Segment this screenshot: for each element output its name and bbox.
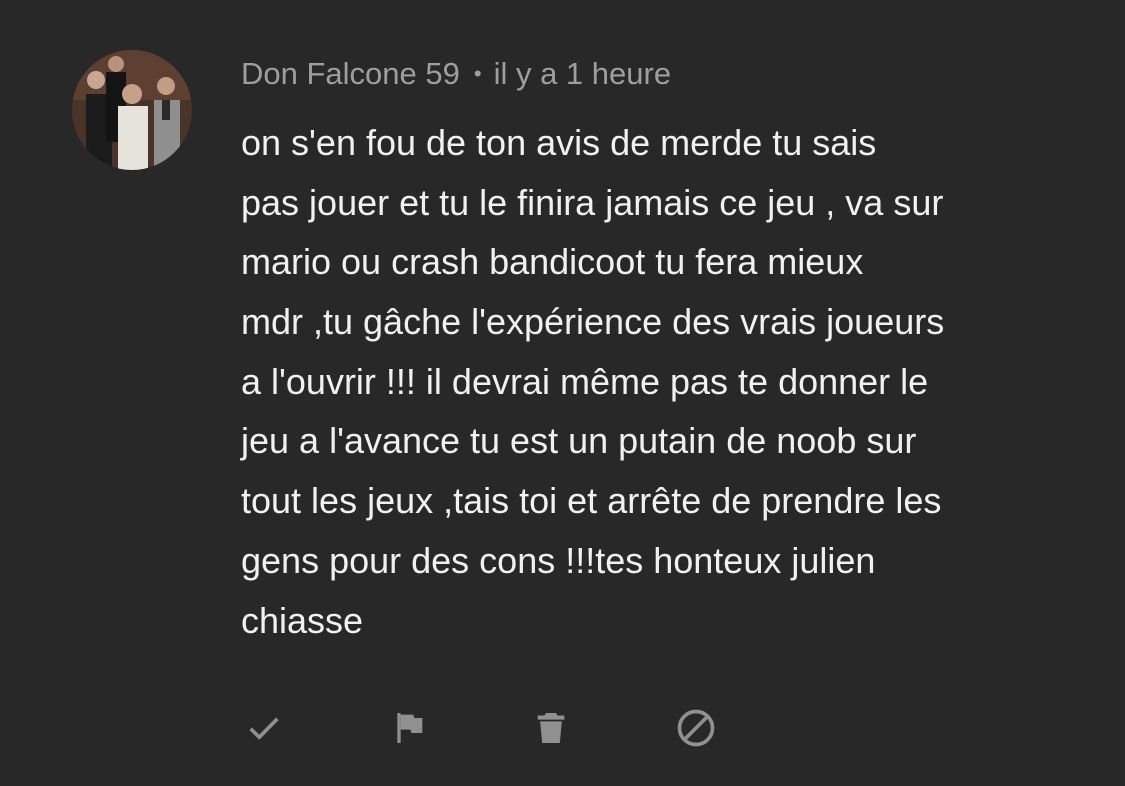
trash-icon [537, 713, 565, 743]
comment-line: mario ou crash bandicoot tu fera mieux [241, 241, 864, 283]
comment-actions [0, 700, 800, 760]
comment-line: jeu a l'avance tu est un putain de noob … [241, 420, 917, 462]
avatar[interactable] [72, 50, 192, 170]
meta-separator: • [473, 61, 482, 86]
report-button[interactable] [381, 700, 437, 756]
comment-line: a l'ouvrir !!! il devrai même pas te don… [241, 360, 929, 402]
avatar-photo [72, 50, 192, 170]
comment-line: chiasse [241, 599, 364, 641]
comment-body: on s'en fou de ton avis de merde tu sais… [241, 113, 1081, 650]
comment-line: on s'en fou de ton avis de merde tu sais [241, 122, 877, 163]
comment-line: pas jouer et tu le finira jamais ce jeu … [241, 181, 944, 223]
delete-button[interactable] [523, 700, 579, 756]
comment-line: gens pour des cons !!!tes honteux julien [241, 539, 876, 581]
checkmark-icon [249, 717, 279, 740]
approve-button[interactable] [236, 700, 292, 756]
comment: Don Falcone 59 • il y a 1 heure on s'en … [0, 0, 1125, 786]
block-button[interactable] [668, 700, 724, 756]
author-name[interactable]: Don Falcone 59 [241, 56, 460, 92]
comment-line: tout les jeux ,tais toi et arrête de pre… [241, 480, 942, 522]
comment-timestamp: il y a 1 heure [493, 56, 672, 91]
flag-icon [397, 713, 423, 743]
comment-line: mdr ,tu gâche l'expérience des vrais jou… [241, 301, 945, 343]
block-icon [677, 709, 715, 747]
comment-meta: Don Falcone 59 • il y a 1 heure [241, 52, 671, 96]
